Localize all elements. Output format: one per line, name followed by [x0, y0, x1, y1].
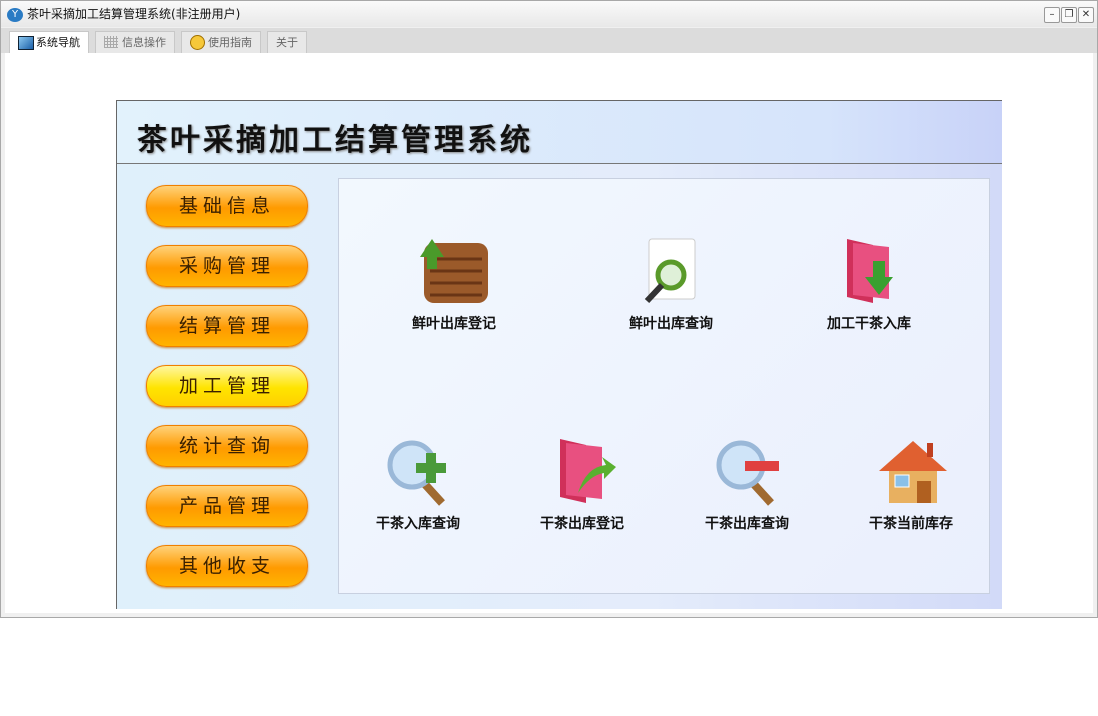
menu-settlement[interactable]: 结算管理 [146, 305, 308, 347]
menu-purchase[interactable]: 采购管理 [146, 245, 308, 287]
fn-label: 干茶出库查询 [705, 516, 789, 532]
monitor-icon [18, 36, 34, 50]
title-bar: Y 茶叶采摘加工结算管理系统(非注册用户) – ❐ ✕ [1, 1, 1097, 27]
tab-system-nav[interactable]: 系统导航 [9, 31, 89, 54]
tab-label: 使用指南 [208, 36, 252, 49]
system-title: 茶叶采摘加工结算管理系统 [137, 123, 533, 158]
function-area: 鲜叶出库登记 鲜叶出库查询 加工干茶入库 干茶入库查询 干茶出库登记 干茶出库查… [338, 178, 990, 594]
tab-label: 信息操作 [122, 36, 166, 49]
fn-dry-tea-in-query[interactable]: 干茶入库查询 [358, 437, 478, 533]
main-content: 茶叶采摘加工结算管理系统 基础信息 采购管理 结算管理 加工管理 统计查询 产品… [5, 53, 1093, 613]
fn-label: 干茶当前库存 [869, 516, 953, 532]
restore-button[interactable]: ❐ [1061, 7, 1077, 23]
fn-label: 加工干茶入库 [827, 316, 911, 332]
window-title: 茶叶采摘加工结算管理系统(非注册用户) [27, 7, 241, 21]
tab-user-guide[interactable]: 使用指南 [181, 31, 261, 53]
menu-other[interactable]: 其他收支 [146, 545, 308, 587]
fn-label: 鲜叶出库查询 [629, 316, 713, 332]
tab-about[interactable]: 关于 [267, 31, 307, 53]
menu-statistics[interactable]: 统计查询 [146, 425, 308, 467]
tab-info-ops[interactable]: 信息操作 [95, 31, 175, 53]
fn-dry-tea-out[interactable]: 干茶出库登记 [522, 437, 642, 533]
house-icon [879, 441, 947, 503]
fn-label: 干茶出库登记 [540, 516, 624, 532]
search-add-icon [387, 440, 446, 506]
help-icon [190, 35, 205, 50]
minimize-button[interactable]: – [1044, 7, 1060, 23]
menu-products[interactable]: 产品管理 [146, 485, 308, 527]
fn-dry-tea-stock[interactable]: 干茶当前库存 [851, 437, 971, 533]
tab-label: 系统导航 [36, 36, 80, 49]
nav-panel: 茶叶采摘加工结算管理系统 基础信息 采购管理 结算管理 加工管理 统计查询 产品… [116, 100, 1002, 609]
grid-icon [104, 36, 118, 48]
fn-label: 干茶入库查询 [376, 516, 460, 532]
fn-label: 鲜叶出库登记 [412, 316, 496, 332]
fn-dry-tea-out-query[interactable]: 干茶出库查询 [687, 437, 807, 533]
crate-upload-icon [420, 239, 488, 303]
folder-in-icon [847, 239, 893, 303]
close-button[interactable]: ✕ [1078, 7, 1094, 23]
banner: 茶叶采摘加工结算管理系统 [117, 101, 1002, 164]
fn-fresh-leaf-query[interactable]: 鲜叶出库查询 [611, 237, 731, 333]
tab-bar: 系统导航 信息操作 使用指南 关于 [1, 28, 1097, 54]
app-logo-icon: Y [7, 8, 23, 22]
menu-basic-info[interactable]: 基础信息 [146, 185, 308, 227]
tab-label: 关于 [276, 36, 298, 49]
document-search-icon [644, 238, 696, 304]
app-window: Y 茶叶采摘加工结算管理系统(非注册用户) – ❐ ✕ 系统导航 信息操作 使用… [0, 0, 1098, 618]
folder-out-icon [560, 439, 616, 503]
fn-processed-tea-in[interactable]: 加工干茶入库 [809, 237, 929, 333]
search-remove-icon [716, 440, 779, 506]
fn-fresh-leaf-out[interactable]: 鲜叶出库登记 [394, 237, 514, 333]
menu-processing[interactable]: 加工管理 [146, 365, 308, 407]
